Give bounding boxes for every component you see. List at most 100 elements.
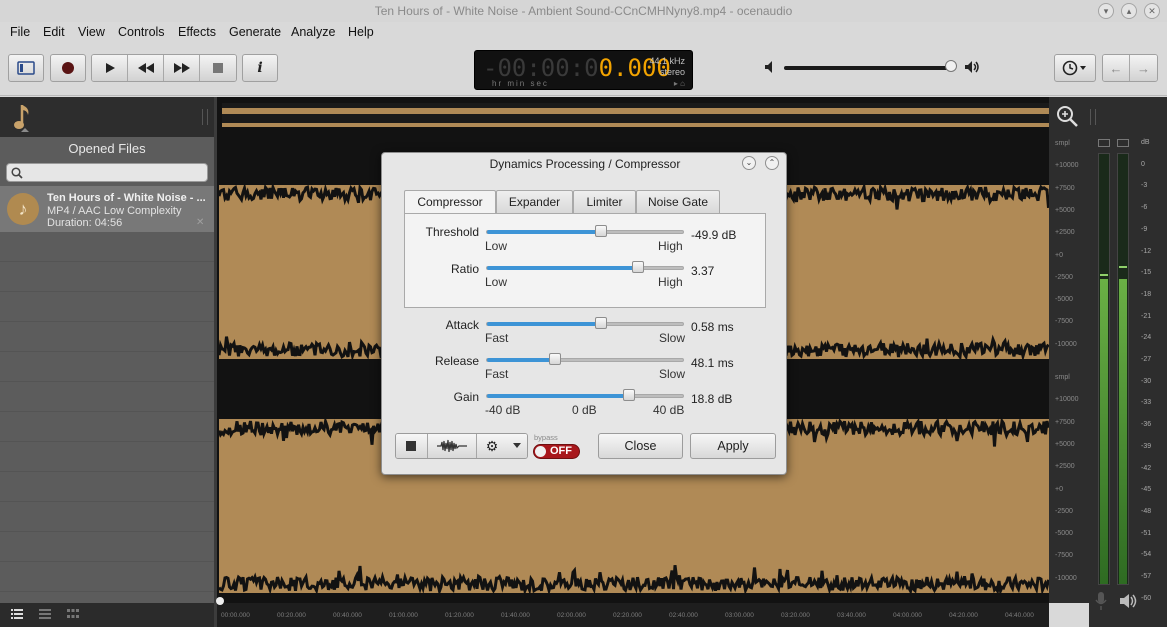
dialog-collapse-icon[interactable]: ⌄ xyxy=(742,156,756,170)
sample-rate: 44.1 kHz xyxy=(649,56,685,66)
threshold-thumb[interactable] xyxy=(594,225,607,237)
gain-slider[interactable] xyxy=(486,394,684,398)
meter-resize-handle[interactable] xyxy=(1090,109,1096,125)
speaker-high-icon xyxy=(965,61,979,73)
tab-limiter[interactable]: Limiter xyxy=(573,190,636,214)
time-ruler-label: 00:40.000 xyxy=(333,612,362,619)
menu-file[interactable]: File xyxy=(10,25,30,39)
menu-controls[interactable]: Controls xyxy=(118,25,165,39)
threshold-slider[interactable] xyxy=(486,230,684,234)
attack-fill xyxy=(487,322,602,326)
time-ruler-label: 03:20.000 xyxy=(781,612,810,619)
sample-scale: smpl +10000 +7500 +5000 +2500 +0 -2500 -5000 -75… xyxy=(1049,97,1089,603)
file-close-icon[interactable]: ✕ xyxy=(196,217,204,228)
menu-effects[interactable]: Effects xyxy=(178,25,216,39)
grid-view-icon[interactable] xyxy=(67,609,79,619)
list-item[interactable]: ♪ Ten Hours of - White Noise - ... MP4 /… xyxy=(0,186,214,232)
time-ruler-label: 04:40.000 xyxy=(1005,612,1034,619)
minimize-icon[interactable]: ▾ xyxy=(1098,3,1114,19)
play-button[interactable] xyxy=(92,55,128,81)
time-ruler-label: 01:40.000 xyxy=(501,612,530,619)
settings-button[interactable]: ⚙ xyxy=(476,434,508,458)
menu-edit[interactable]: Edit xyxy=(43,25,65,39)
apply-button[interactable]: Apply xyxy=(690,433,776,459)
menu-help[interactable]: Help xyxy=(348,25,374,39)
playhead-marker[interactable] xyxy=(216,597,224,605)
compact-view-icon[interactable] xyxy=(39,609,51,619)
sidebar-resize-handle[interactable] xyxy=(202,109,208,125)
time-ruler-label: 01:00.000 xyxy=(389,612,418,619)
stop-button[interactable] xyxy=(200,55,236,81)
dialog-expand-icon[interactable]: ⌃ xyxy=(765,156,779,170)
time-readout: -00:00:00.000 xyxy=(483,54,671,82)
microphone-icon[interactable] xyxy=(1094,591,1108,611)
search-input[interactable] xyxy=(6,163,208,182)
compressor-dialog: Dynamics Processing / Compressor ⌄ ⌃ Com… xyxy=(381,152,787,475)
gain-fill xyxy=(487,394,630,398)
overview-waveform[interactable] xyxy=(222,103,1050,127)
tab-noise-gate[interactable]: Noise Gate xyxy=(636,190,720,214)
close-icon[interactable]: ✕ xyxy=(1144,3,1160,19)
info-button[interactable]: i xyxy=(242,54,278,82)
meter-left xyxy=(1098,153,1110,585)
close-button[interactable]: Close xyxy=(598,433,683,459)
release-thumb[interactable] xyxy=(549,353,562,365)
time-ruler-label: 02:40.000 xyxy=(669,612,698,619)
history-button[interactable] xyxy=(1054,54,1096,82)
sample-scale-label: +10000 xyxy=(1055,162,1079,170)
speaker-icon[interactable] xyxy=(1119,593,1139,609)
sidebar-toggle-button[interactable] xyxy=(8,54,44,82)
bypass-toggle-knob xyxy=(535,446,546,457)
tab-compressor[interactable]: Compressor xyxy=(404,190,496,215)
ratio-low-label: Low xyxy=(485,275,508,289)
settings-dropdown-button[interactable] xyxy=(507,434,527,458)
music-note-icon[interactable] xyxy=(12,102,38,134)
preview-stop-button[interactable] xyxy=(396,434,428,458)
bypass-toggle[interactable]: OFF xyxy=(533,444,580,459)
play-icon xyxy=(105,63,115,73)
tab-expander[interactable]: Expander xyxy=(496,190,573,214)
release-slider[interactable] xyxy=(486,358,684,362)
time-ruler-label: 04:20.000 xyxy=(949,612,978,619)
release-value: 48.1 ms xyxy=(691,356,734,370)
ratio-thumb[interactable] xyxy=(632,261,645,273)
sample-scale-label: +7500 xyxy=(1055,418,1075,426)
meter-scale-label: -57 xyxy=(1141,573,1152,580)
search-icon xyxy=(11,167,23,179)
volume-slider[interactable] xyxy=(784,66,956,70)
sample-scale-label: smpl xyxy=(1055,140,1070,147)
file-name: Ten Hours of - White Noise - ... xyxy=(47,192,206,204)
sample-scale-label: smpl xyxy=(1055,374,1070,381)
maximize-icon[interactable]: ▴ xyxy=(1121,3,1137,19)
attack-slow-label: Slow xyxy=(659,331,686,345)
ratio-slider[interactable] xyxy=(486,266,684,270)
time-ruler[interactable]: 00:00.000 00:20.000 00:40.000 01:00.000 01:2… xyxy=(214,597,1049,627)
list-view-icon[interactable] xyxy=(11,609,23,619)
back-button[interactable]: ← xyxy=(1103,55,1130,81)
meter-scale-label: -48 xyxy=(1141,507,1152,515)
zoom-icon[interactable] xyxy=(1056,105,1080,129)
gain-min-label: -40 dB xyxy=(485,403,521,417)
attack-slider[interactable] xyxy=(486,322,684,326)
meter-right xyxy=(1117,153,1129,585)
sample-scale-label: +0 xyxy=(1055,251,1063,259)
time-ruler-label: 03:00.000 xyxy=(725,612,754,619)
record-button[interactable] xyxy=(50,54,86,82)
chevron-down-icon xyxy=(513,443,522,448)
meter-scale-label: -30 xyxy=(1141,377,1152,385)
menu-generate[interactable]: Generate xyxy=(229,25,281,39)
gain-max-label: 40 dB xyxy=(653,403,685,417)
volume-slider-thumb[interactable] xyxy=(944,60,957,72)
time-dim-digits: -00:00:0 xyxy=(483,54,599,82)
menu-analyze[interactable]: Analyze xyxy=(291,25,335,39)
menu-bar: File Edit View Controls Effects Generate… xyxy=(0,22,1167,44)
menu-view[interactable]: View xyxy=(78,25,105,39)
ratio-label: Ratio xyxy=(450,262,479,276)
gain-thumb[interactable] xyxy=(622,389,635,401)
format-info: 44.1 kHz stereo ▸ ⌂ xyxy=(649,56,685,89)
attack-thumb[interactable] xyxy=(594,317,607,329)
preview-waveform-button[interactable] xyxy=(427,434,477,458)
forward-button[interactable]: → xyxy=(1130,55,1157,81)
fast-forward-button[interactable] xyxy=(164,55,200,81)
rewind-button[interactable] xyxy=(128,55,164,81)
